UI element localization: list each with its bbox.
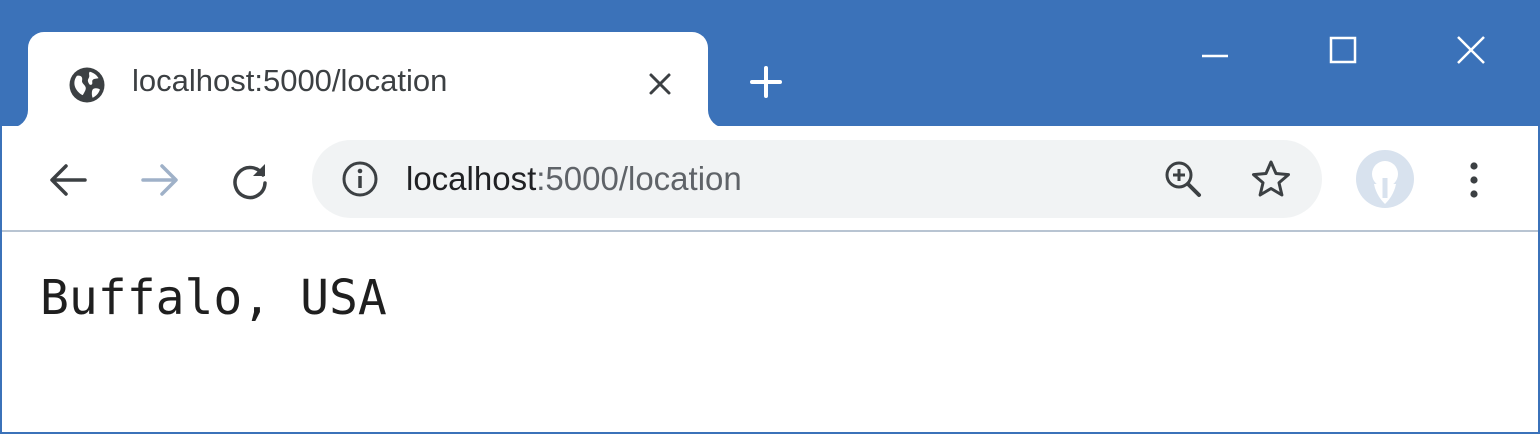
- arrow-left-icon: [50, 164, 87, 196]
- close-window-button[interactable]: [1446, 28, 1496, 72]
- url-text[interactable]: localhost:5000/location: [406, 158, 742, 200]
- star-icon[interactable]: [1250, 158, 1292, 200]
- browser-toolbar: localhost:5000/location: [2, 126, 1538, 232]
- browser-window: localhost:5000/location localhost:5000/l…: [0, 0, 1540, 434]
- forward-button[interactable]: [136, 156, 184, 204]
- arrow-right-icon: [141, 164, 178, 196]
- plus-icon: [750, 66, 782, 98]
- url-path: :5000/location: [536, 160, 742, 197]
- close-icon: [649, 73, 671, 95]
- minimize-icon: [1202, 54, 1228, 58]
- tab-close-button[interactable]: [640, 64, 680, 104]
- maximize-icon: [1329, 36, 1357, 64]
- menu-button[interactable]: [1452, 156, 1496, 204]
- back-button[interactable]: [44, 156, 92, 204]
- close-icon: [1457, 36, 1485, 64]
- avatar-icon[interactable]: [1354, 148, 1416, 210]
- zoom-in-icon[interactable]: [1162, 158, 1204, 200]
- reload-button[interactable]: [226, 156, 274, 204]
- address-bar[interactable]: localhost:5000/location: [312, 140, 1322, 218]
- title-bar: localhost:5000/location: [2, 2, 1538, 128]
- new-tab-button[interactable]: [742, 58, 790, 106]
- kebab-menu-icon: [1470, 162, 1478, 198]
- location-text: Buffalo, USA: [40, 270, 387, 326]
- minimize-button[interactable]: [1190, 28, 1240, 72]
- page-content: Buffalo, USA: [2, 232, 1538, 432]
- tab-title: localhost:5000/location: [132, 63, 448, 98]
- reload-icon: [233, 164, 267, 200]
- globe-icon: [69, 67, 105, 103]
- info-icon[interactable]: [340, 159, 380, 199]
- url-host: localhost: [406, 160, 537, 197]
- tab-active[interactable]: localhost:5000/location: [28, 32, 708, 128]
- maximize-button[interactable]: [1318, 28, 1368, 72]
